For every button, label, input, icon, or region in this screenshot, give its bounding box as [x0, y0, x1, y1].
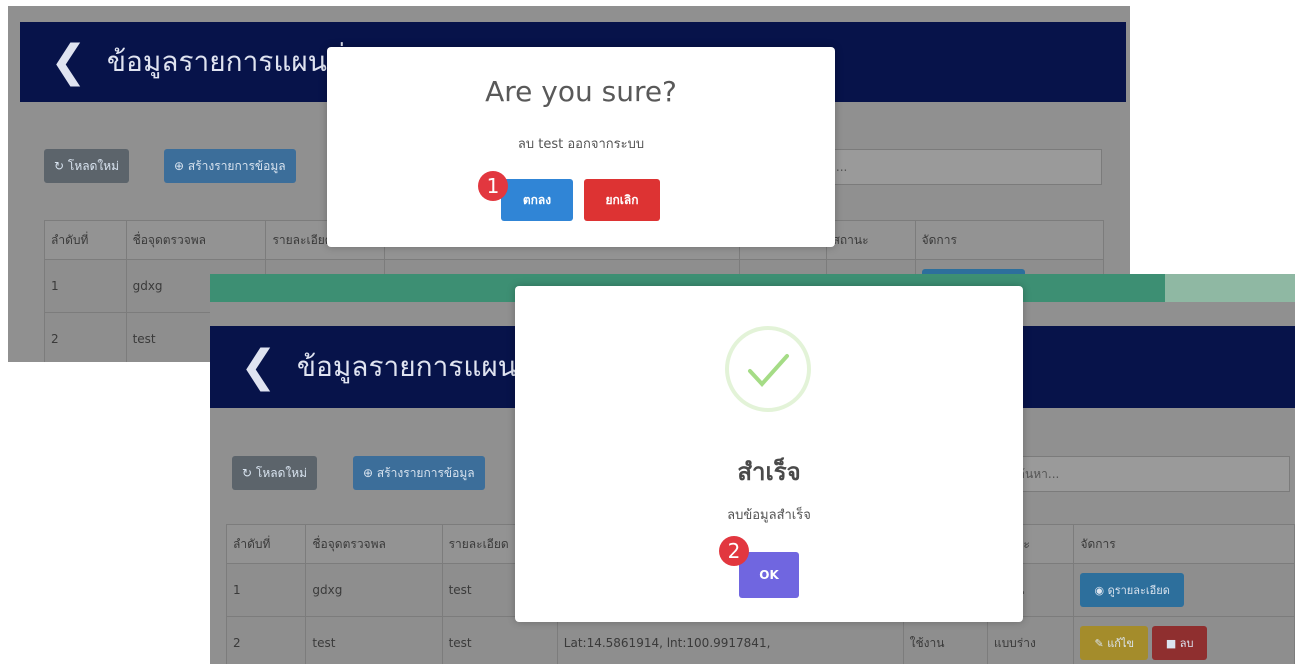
trash-icon: ■ — [1165, 637, 1180, 650]
chevron-left-icon[interactable]: ❮ — [240, 345, 277, 389]
refresh-icon: ↻ — [242, 466, 256, 480]
page-title: ข้อมูลรายการแผนที่ — [106, 45, 346, 78]
cancel-button[interactable]: ยกเลิก — [584, 179, 660, 221]
cell-detail: test — [441, 616, 558, 664]
refresh-icon: ↻ — [54, 159, 68, 173]
dialog-text: ลบ test ออกจากระบบ — [517, 137, 645, 152]
dialog-title: สำเร็จ — [737, 458, 801, 486]
cell-no: 1 — [225, 563, 307, 617]
edit-icon: ✎ — [1094, 637, 1108, 650]
column-header: ชื่อจุดตรวจพล — [305, 524, 443, 564]
green-strip-light — [1165, 274, 1295, 302]
search-input[interactable]: ค้นหา... — [1010, 456, 1290, 492]
table-row: 2 test test Lat:14.5861914, lnt:100.9917… — [225, 616, 1295, 664]
view-details-button[interactable]: ◉ ดูรายละเอียด — [1080, 573, 1184, 607]
column-header: ลำดับที่ — [44, 220, 127, 260]
cell-status: แบบร่าง — [986, 616, 1075, 664]
cell-actions: ◉ ดูรายละเอียด — [1073, 563, 1295, 617]
step-badge: 2 — [719, 536, 749, 566]
dialog-text: ลบข้อมูลสำเร็จ — [727, 508, 811, 523]
cell-no: 1 — [44, 259, 127, 313]
column-header: ลำดับที่ — [225, 524, 307, 564]
column-header: จัดการ — [914, 220, 1105, 260]
column-header: สถานะ — [825, 220, 916, 260]
plus-circle-icon: ⊕ — [174, 159, 188, 173]
ok-button[interactable]: OK — [739, 552, 799, 598]
step-badge: 1 — [478, 171, 508, 201]
reload-button[interactable]: ↻ โหลดใหม่ — [44, 149, 130, 183]
cell-actions: ✎ แก้ไข ■ ลบ — [1073, 616, 1295, 664]
cell-name: gdxg — [305, 563, 443, 617]
confirm-dialog: Are you sure? ลบ test ออกจากระบบ ตกลง ยก… — [327, 47, 835, 247]
delete-button[interactable]: ■ ลบ — [1151, 626, 1208, 660]
column-header: จัดการ — [1073, 524, 1295, 564]
reload-button[interactable]: ↻ โหลดใหม่ — [232, 456, 318, 490]
search-input[interactable]: ค้นหา... — [798, 149, 1102, 185]
success-dialog: สำเร็จ ลบข้อมูลสำเร็จ OK 2 — [515, 286, 1023, 622]
eye-icon: ◉ — [1094, 584, 1108, 597]
confirm-button[interactable]: ตกลง — [501, 179, 573, 221]
cell-no: 2 — [225, 616, 307, 664]
cell-name: test — [305, 616, 443, 664]
cell-coords: Lat:14.5861914, lnt:100.9917841, — [556, 616, 904, 664]
checkmark-success-icon — [725, 326, 811, 412]
page-title: ข้อมูลรายการแผนที่ — [296, 350, 536, 383]
dialog-title: Are you sure? — [485, 75, 677, 108]
column-header: ชื่อจุดตรวจพล — [125, 220, 267, 260]
cell-no: 2 — [44, 312, 127, 362]
create-record-button[interactable]: ⊕ สร้างรายการข้อมูล — [164, 149, 296, 183]
create-record-button[interactable]: ⊕ สร้างรายการข้อมูล — [353, 456, 485, 490]
chevron-left-icon[interactable]: ❮ — [50, 40, 87, 84]
edit-button[interactable]: ✎ แก้ไข — [1080, 626, 1148, 660]
cell-type: ใช้งาน — [902, 616, 988, 664]
plus-circle-icon: ⊕ — [363, 466, 377, 480]
